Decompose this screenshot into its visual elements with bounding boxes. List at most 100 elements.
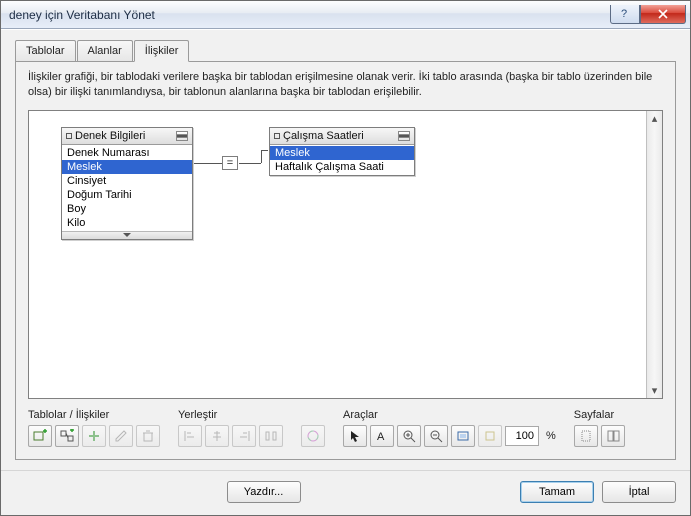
toolbar-label: Araçlar bbox=[343, 409, 556, 421]
toolbar-pages: Sayfalar bbox=[574, 409, 625, 447]
zoom-in-button[interactable] bbox=[397, 425, 421, 447]
field-row[interactable]: Kilo bbox=[62, 216, 192, 230]
zoom-input[interactable] bbox=[505, 426, 539, 446]
relation-line bbox=[261, 150, 268, 151]
toolbar-row: Tablolar / İlişkiler Yerleştir bbox=[28, 407, 663, 447]
relation-join-box[interactable]: = bbox=[222, 156, 238, 170]
table-box-left[interactable]: Denek Bilgileri Denek Numarası Meslek Ci… bbox=[61, 127, 193, 240]
window-buttons: ? bbox=[610, 5, 686, 24]
field-list: Meslek Haftalık Çalışma Saati bbox=[270, 145, 414, 175]
snap-button[interactable] bbox=[478, 425, 502, 447]
relation-line bbox=[194, 163, 222, 164]
join-symbol: = bbox=[227, 157, 233, 169]
canvas-vscrollbar[interactable]: ▴ ▾ bbox=[646, 111, 662, 398]
field-row[interactable]: Cinsiyet bbox=[62, 174, 192, 188]
field-row[interactable]: Boy bbox=[62, 202, 192, 216]
button-label: Tamam bbox=[539, 486, 575, 498]
delete-button[interactable] bbox=[136, 425, 160, 447]
field-row[interactable]: Doğum Tarihi bbox=[62, 188, 192, 202]
toolbar-color bbox=[301, 409, 325, 447]
dialog-body: Tablolar Alanlar İlişkiler İlişkiler gra… bbox=[1, 29, 690, 470]
relation-plus-icon bbox=[60, 429, 74, 443]
add-button[interactable] bbox=[82, 425, 106, 447]
table-toggle-icon[interactable] bbox=[398, 131, 410, 141]
relations-canvas-wrap: Denek Bilgileri Denek Numarası Meslek Ci… bbox=[28, 110, 663, 399]
snap-icon bbox=[483, 429, 497, 443]
relation-line bbox=[239, 163, 261, 164]
align-right-icon bbox=[237, 429, 251, 443]
align-center-icon bbox=[210, 429, 224, 443]
chevron-down-icon bbox=[123, 233, 131, 237]
expand-marker-icon bbox=[66, 133, 72, 139]
scroll-up-icon[interactable]: ▴ bbox=[647, 111, 662, 127]
pointer-tool-button[interactable] bbox=[343, 425, 367, 447]
help-button[interactable]: ? bbox=[610, 5, 640, 24]
expand-marker-icon bbox=[274, 133, 280, 139]
page-multi-button[interactable] bbox=[601, 425, 625, 447]
zoom-in-icon bbox=[402, 429, 416, 443]
field-row[interactable]: Haftalık Çalışma Saati bbox=[270, 160, 414, 174]
toolbar-place: Yerleştir bbox=[178, 409, 283, 447]
toolbar-label bbox=[301, 409, 325, 421]
close-icon bbox=[658, 9, 668, 19]
align-right-button[interactable] bbox=[232, 425, 256, 447]
scroll-down-icon[interactable]: ▾ bbox=[647, 382, 662, 398]
fit-icon bbox=[456, 429, 470, 443]
table-title: Denek Bilgileri bbox=[75, 130, 174, 142]
tab-tables[interactable]: Tablolar bbox=[15, 40, 76, 62]
add-relation-button[interactable] bbox=[55, 425, 79, 447]
tab-relations[interactable]: İlişkiler bbox=[134, 40, 190, 62]
table-resize-handle[interactable] bbox=[62, 231, 192, 239]
button-label: Yazdır... bbox=[244, 486, 284, 498]
svg-text:A: A bbox=[377, 431, 385, 443]
table-toggle-icon[interactable] bbox=[176, 131, 188, 141]
distribute-icon bbox=[264, 429, 278, 443]
table-plus-icon bbox=[33, 429, 47, 443]
create-table-button[interactable] bbox=[28, 425, 52, 447]
page-single-button[interactable] bbox=[574, 425, 598, 447]
zoom-out-button[interactable] bbox=[424, 425, 448, 447]
fit-button[interactable] bbox=[451, 425, 475, 447]
text-icon: A bbox=[375, 429, 389, 443]
titlebar: deney için Veritabanı Yönet ? bbox=[1, 1, 690, 29]
align-center-button[interactable] bbox=[205, 425, 229, 447]
svg-text:?: ? bbox=[621, 9, 627, 19]
percent-label: % bbox=[546, 430, 556, 442]
table-title: Çalışma Saatleri bbox=[283, 130, 396, 142]
field-row[interactable]: Meslek bbox=[62, 160, 192, 174]
field-list: Denek Numarası Meslek Cinsiyet Doğum Tar… bbox=[62, 145, 192, 231]
print-button[interactable]: Yazdır... bbox=[227, 481, 301, 503]
page-multi-icon bbox=[606, 429, 620, 443]
distribute-button[interactable] bbox=[259, 425, 283, 447]
table-header[interactable]: Çalışma Saatleri bbox=[270, 128, 414, 145]
pencil-icon bbox=[114, 429, 128, 443]
help-icon: ? bbox=[620, 9, 630, 19]
edit-button[interactable] bbox=[109, 425, 133, 447]
dialog-footer: Yazdır... Tamam İptal bbox=[1, 470, 690, 515]
table-box-right[interactable]: Çalışma Saatleri Meslek Haftalık Çalışma… bbox=[269, 127, 415, 176]
plus-icon bbox=[87, 429, 101, 443]
close-button[interactable] bbox=[640, 5, 686, 24]
pointer-icon bbox=[348, 429, 362, 443]
tab-strip: Tablolar Alanlar İlişkiler bbox=[15, 40, 676, 62]
relation-line bbox=[261, 150, 262, 163]
toolbar-label: Sayfalar bbox=[574, 409, 625, 421]
toolbar-tables-relations: Tablolar / İlişkiler bbox=[28, 409, 160, 447]
field-row[interactable]: Denek Numarası bbox=[62, 146, 192, 160]
cancel-button[interactable]: İptal bbox=[602, 481, 676, 503]
tab-panel-relations: İlişkiler grafiği, bir tablodaki veriler… bbox=[15, 61, 676, 460]
button-label: İptal bbox=[629, 486, 650, 498]
relations-canvas[interactable]: Denek Bilgileri Denek Numarası Meslek Ci… bbox=[29, 111, 646, 398]
ok-button[interactable]: Tamam bbox=[520, 481, 594, 503]
table-header[interactable]: Denek Bilgileri bbox=[62, 128, 192, 145]
align-left-icon bbox=[183, 429, 197, 443]
zoom-out-icon bbox=[429, 429, 443, 443]
color-button[interactable] bbox=[301, 425, 325, 447]
page-single-icon bbox=[579, 429, 593, 443]
scroll-track[interactable] bbox=[647, 127, 662, 382]
text-tool-button[interactable]: A bbox=[370, 425, 394, 447]
align-left-button[interactable] bbox=[178, 425, 202, 447]
tab-fields[interactable]: Alanlar bbox=[77, 40, 133, 62]
field-row[interactable]: Meslek bbox=[270, 146, 414, 160]
color-wheel-icon bbox=[306, 429, 320, 443]
